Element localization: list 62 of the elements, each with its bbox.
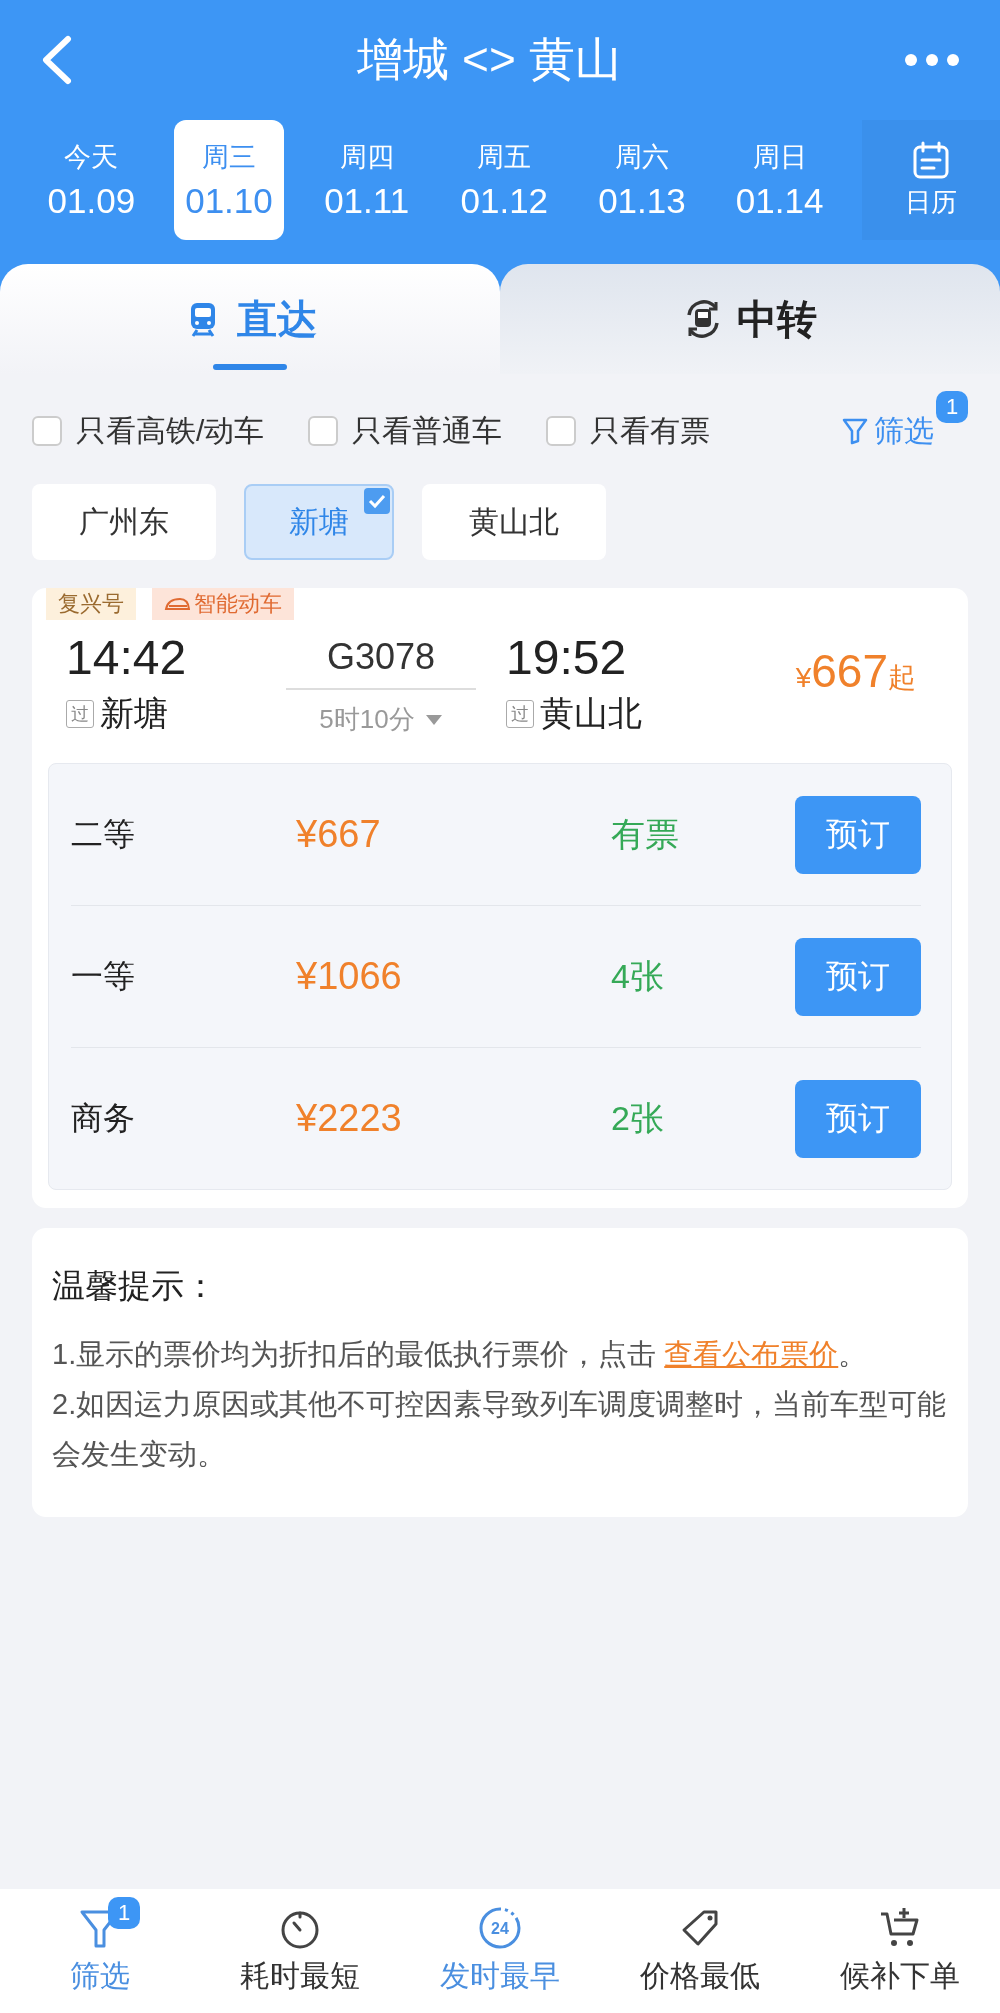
check-icon	[364, 488, 390, 514]
dropdown-icon	[424, 713, 443, 726]
date-tab[interactable]: 周四 01.11	[311, 120, 422, 240]
nav-item[interactable]: 价格最低	[600, 1889, 800, 2013]
nav-item[interactable]: 耗时最短	[200, 1889, 400, 2013]
station-name: 新塘	[100, 693, 168, 734]
filter-icon	[842, 417, 868, 445]
tips-title: 温馨提示：	[52, 1266, 218, 1306]
duration-toggle[interactable]: 5时10分	[319, 702, 443, 737]
nav-item[interactable]: 24 发时最早	[400, 1889, 600, 2013]
filter-button[interactable]: 筛选 1	[842, 390, 968, 456]
pass-badge: 过	[66, 700, 94, 728]
date-tab[interactable]: 周五 01.12	[448, 120, 560, 240]
checkbox-label: 只看高铁/动车	[76, 412, 265, 449]
price-text: ¥667起	[795, 644, 917, 699]
seat-class: 商务	[71, 1098, 136, 1138]
page-title: 增城 <> 黄山	[357, 32, 621, 87]
availability-text: 有票	[611, 813, 679, 855]
checkbox[interactable]	[32, 416, 62, 446]
date-tab[interactable]: 今天 01.09	[36, 120, 147, 240]
price-link[interactable]: 查看公布票价	[664, 1338, 839, 1370]
tip-text: 1.显示的票价均为折扣后的最低执行票价，点击 查看公布票价。	[52, 1337, 869, 1372]
nav-item[interactable]: 筛选 1	[0, 1889, 200, 2013]
train-number: G3078	[326, 635, 436, 679]
station-chip[interactable]: 广州东	[32, 484, 216, 560]
nav-item[interactable]: 候补下单	[800, 1889, 1000, 2013]
train-tag: 复兴号	[46, 588, 136, 620]
date-tab[interactable]: 周三 01.10	[173, 120, 285, 240]
seat-price: ¥1066	[296, 955, 403, 998]
route-tab[interactable]: 中转	[500, 264, 1000, 374]
calendar-icon	[911, 140, 951, 181]
count-badge: 1	[936, 390, 968, 423]
clock-icon: 24	[478, 1905, 522, 1950]
book-button[interactable]: 预订	[795, 795, 921, 874]
count-badge: 1	[108, 1897, 140, 1929]
time-text: 19:52	[506, 630, 628, 685]
book-button[interactable]: 预订	[795, 937, 921, 1016]
route-tab[interactable]: 直达	[0, 264, 500, 374]
availability-text: 2张	[611, 1097, 664, 1139]
train-tag: 智能动车	[152, 588, 294, 620]
checkbox[interactable]	[546, 416, 577, 446]
seat-price: ¥667	[296, 813, 382, 856]
train-card[interactable]: 复兴号 智能动车 14:42 过 新塘 G3078 5时10分 19:52 过 黄山北 ¥667起 二等 ¥667 有票 预订 一等 ¥1066 4张 预订 商务 ¥2223 2张 预订	[32, 588, 968, 1208]
back-icon[interactable]	[40, 35, 74, 85]
station-chip[interactable]: 新塘	[244, 484, 394, 560]
date-tab[interactable]: 周日 01.14	[724, 120, 835, 240]
more-icon[interactable]	[904, 53, 960, 67]
pass-badge: 过	[506, 700, 534, 728]
date-tab[interactable]: 周六 01.13	[586, 120, 698, 240]
book-button[interactable]: 预订	[795, 1079, 921, 1158]
checkbox[interactable]	[308, 416, 339, 446]
seat-class: 一等	[71, 956, 136, 996]
seat-price: ¥2223	[296, 1097, 403, 1140]
tip-text: 2.如因运力原因或其他不可控因素导致列车调度调整时，当前车型可能会发生变动。	[52, 1387, 948, 1472]
station-chip[interactable]: 黄山北	[422, 484, 606, 560]
time-text: 14:42	[66, 630, 188, 685]
availability-text: 4张	[611, 955, 664, 997]
checkbox-label: 只看有票	[590, 412, 711, 449]
calendar-button[interactable]: 日历	[861, 120, 1000, 240]
seat-class: 二等	[71, 814, 136, 854]
checkbox-label: 只看普通车	[352, 412, 503, 449]
station-name: 黄山北	[540, 693, 642, 734]
